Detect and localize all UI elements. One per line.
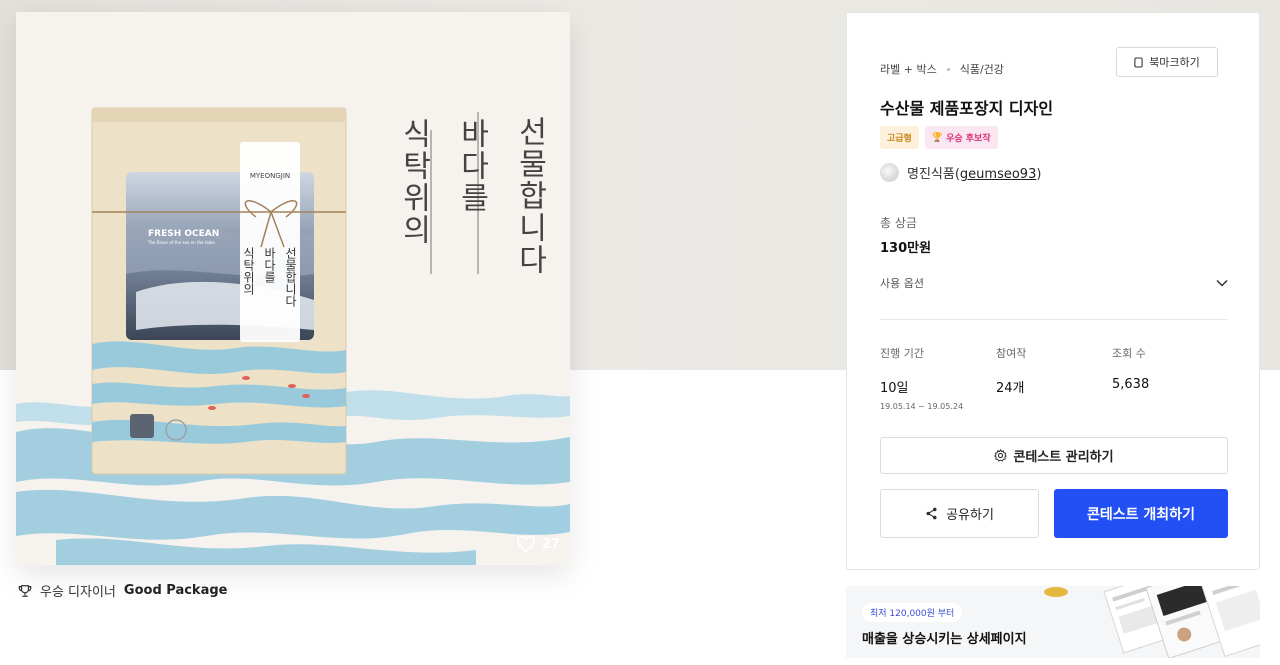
package-line: 바다를 bbox=[262, 247, 277, 283]
host-name: 명진식품 bbox=[907, 167, 955, 182]
package-line: 식탁위의 bbox=[241, 247, 256, 295]
background-vertical-text: 선물합니다 바다를 식탁위의 bbox=[391, 116, 551, 276]
usage-options-dropdown[interactable]: 사용 옵션 bbox=[880, 273, 1228, 293]
breadcrumb-separator bbox=[946, 67, 950, 71]
prize-label: 총 상금 bbox=[880, 216, 917, 230]
period-stat: 진행 기간 10일 19.05.14 ~ 19.05.24 bbox=[880, 345, 996, 411]
ad-price-pill: 최저 120,000원 부터 bbox=[862, 603, 963, 622]
breadcrumb: 라벨 + 박스 식품/건강 bbox=[880, 61, 1004, 77]
winner-name[interactable]: Good Package bbox=[124, 583, 228, 598]
prize-value: 130만원 bbox=[880, 241, 932, 256]
breadcrumb-item[interactable]: 라벨 + 박스 bbox=[880, 61, 937, 77]
award-badge: 🏆 우승 후보작 bbox=[924, 126, 998, 149]
package-vertical-text: 선물합니다 바다를 식탁위의 bbox=[240, 247, 300, 307]
like-count: 27 bbox=[541, 536, 560, 552]
badge-group: 고급형 🏆 우승 후보작 bbox=[880, 126, 998, 149]
period-value: 10일 bbox=[880, 381, 909, 396]
winner-info: 우승 디자이너 Good Package bbox=[18, 581, 227, 600]
bookmark-icon bbox=[1134, 56, 1143, 68]
contest-stats: 진행 기간 10일 19.05.14 ~ 19.05.24 참여작 24개 조회… bbox=[880, 345, 1228, 411]
background-line: 선물합니다 bbox=[512, 116, 547, 276]
svg-text:The flavor of the sea on the t: The flavor of the sea on the table bbox=[147, 240, 215, 245]
period-range: 19.05.14 ~ 19.05.24 bbox=[880, 402, 964, 411]
ad-headline: 매출을 상승시키는 상세페이지 bbox=[862, 632, 1027, 647]
winner-prefix: 우승 디자이너 bbox=[40, 585, 116, 600]
usage-options-label: 사용 옵션 bbox=[880, 277, 924, 290]
chevron-down-icon bbox=[1216, 279, 1228, 287]
breadcrumb-item[interactable]: 식품/건강 bbox=[960, 61, 1004, 77]
views-label: 조회 수 bbox=[1112, 347, 1146, 360]
host-contest-button[interactable]: 콘테스트 개최하기 bbox=[1054, 489, 1228, 538]
ad-illustration bbox=[1044, 586, 1260, 658]
bookmark-button[interactable]: 북마크하기 bbox=[1116, 47, 1218, 77]
period-label: 진행 기간 bbox=[880, 347, 924, 360]
views-value: 5,638 bbox=[1112, 377, 1150, 392]
contest-info-card: 라벨 + 박스 식품/건강 북마크하기 수산물 제품포장지 디자인 고급형 🏆 … bbox=[846, 12, 1260, 570]
avatar bbox=[880, 163, 899, 182]
heart-icon bbox=[516, 535, 535, 553]
share-label: 공유하기 bbox=[946, 508, 994, 523]
contest-title: 수산물 제품포장지 디자인 bbox=[880, 99, 1054, 118]
package-line: 선물합니다 bbox=[283, 247, 298, 307]
entries-stat: 참여작 24개 bbox=[996, 345, 1112, 411]
share-icon bbox=[926, 507, 937, 520]
like-button[interactable]: 27 bbox=[516, 535, 560, 553]
award-badge-label: 우승 후보작 bbox=[946, 134, 991, 144]
contest-artwork[interactable]: MYEONGJIN FRESH OCEAN The flavor of the … bbox=[16, 12, 570, 565]
views-stat: 조회 수 5,638 bbox=[1112, 345, 1228, 411]
trophy-icon bbox=[18, 584, 32, 597]
background-line: 식탁위의 bbox=[396, 118, 431, 246]
trophy-icon: 🏆 bbox=[931, 132, 944, 143]
host-handle-link[interactable]: geumseo93 bbox=[960, 167, 1036, 182]
bookmark-label: 북마크하기 bbox=[1149, 56, 1200, 69]
entries-label: 참여작 bbox=[996, 347, 1027, 360]
svg-text:FRESH OCEAN: FRESH OCEAN bbox=[148, 229, 219, 239]
ad-banner[interactable]: 최저 120,000원 부터 매출을 상승시키는 상세페이지 bbox=[846, 586, 1260, 658]
manage-contest-button[interactable]: 콘테스트 관리하기 bbox=[880, 437, 1228, 474]
entries-value: 24개 bbox=[996, 381, 1025, 396]
gear-icon bbox=[994, 449, 1008, 462]
divider bbox=[880, 319, 1228, 320]
background-line: 바다를 bbox=[454, 118, 489, 214]
host-info: 명진식품(geumseo93) bbox=[880, 163, 1041, 182]
svg-text:MYEONGJIN: MYEONGJIN bbox=[250, 172, 290, 180]
share-button[interactable]: 공유하기 bbox=[880, 489, 1039, 538]
grade-badge: 고급형 bbox=[880, 126, 919, 149]
manage-contest-label: 콘테스트 관리하기 bbox=[1013, 450, 1114, 465]
